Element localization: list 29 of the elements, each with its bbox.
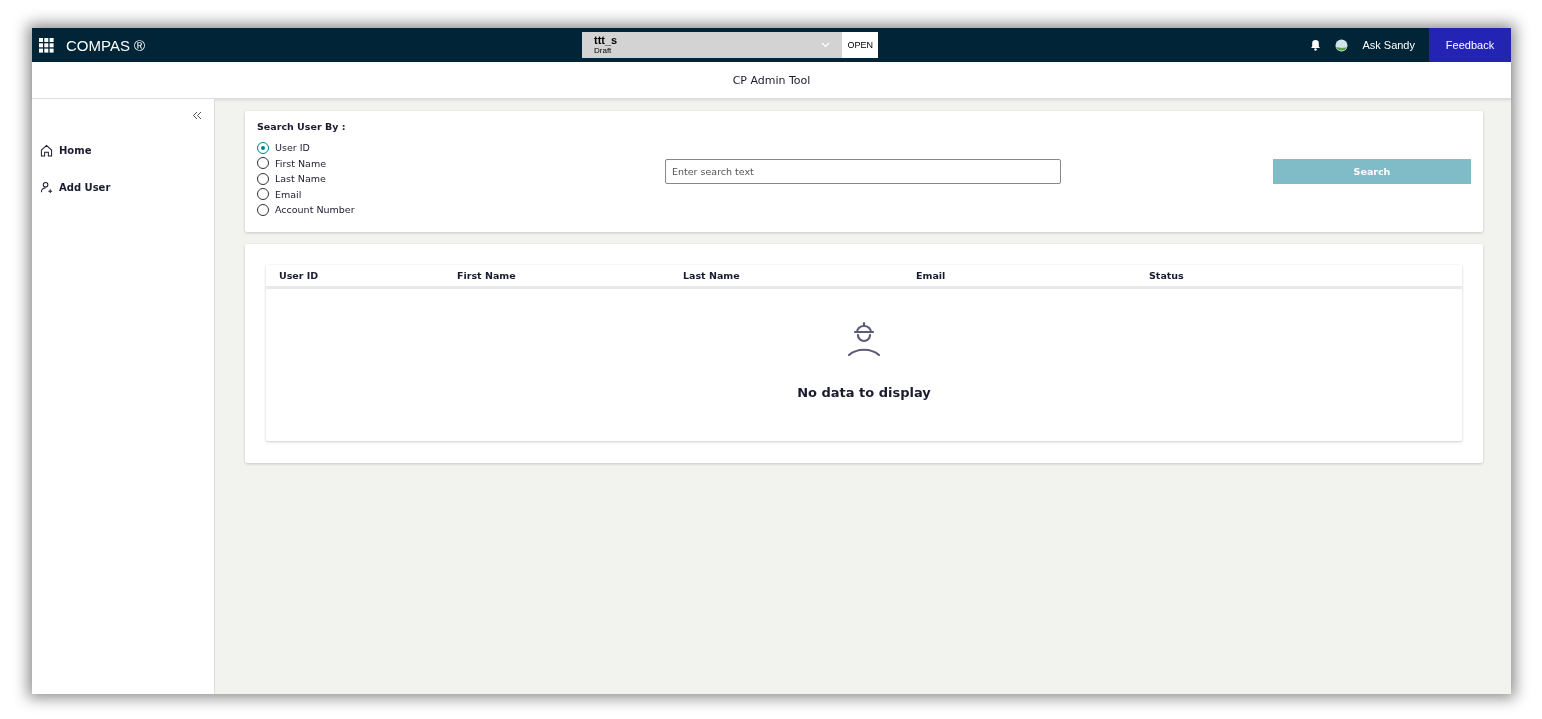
search-title: Search User By : [257,121,347,132]
chevron-down-icon [821,42,831,48]
worker-icon [845,319,883,357]
radio-option[interactable]: First Name [257,155,665,171]
feedback-button[interactable]: Feedback [1429,28,1511,62]
column-header: User ID [279,270,320,281]
project-select[interactable]: ttt_s Draft [582,32,843,58]
column-header: Last Name [683,270,741,281]
bell-icon[interactable] [1310,39,1322,51]
radio-option[interactable]: Last Name [257,171,665,187]
radio-option[interactable]: User ID [257,140,665,156]
sidebar-item[interactable]: Home [40,140,214,160]
radio-option[interactable]: Email [257,186,665,202]
assistant-link[interactable]: Ask Sandy [1362,39,1415,51]
globe-icon [1335,38,1349,52]
collapse-button[interactable] [192,111,202,120]
add-user-icon [40,180,53,194]
app-grid-icon[interactable] [39,37,54,53]
search-field[interactable]: Enter search text [665,159,1061,184]
empty-message: No data to display [797,385,931,400]
app-name: COMPAS ® [66,36,146,54]
column-header: Email [916,270,947,281]
column-header: First Name [457,270,517,281]
page-title: CP Admin Tool [732,73,811,87]
open-button[interactable]: OPEN [842,32,878,58]
home-icon [40,143,53,157]
column-header: Status [1149,270,1185,281]
sidebar-item[interactable]: Add User [40,177,214,197]
radio-option[interactable]: Account Number [257,202,665,218]
